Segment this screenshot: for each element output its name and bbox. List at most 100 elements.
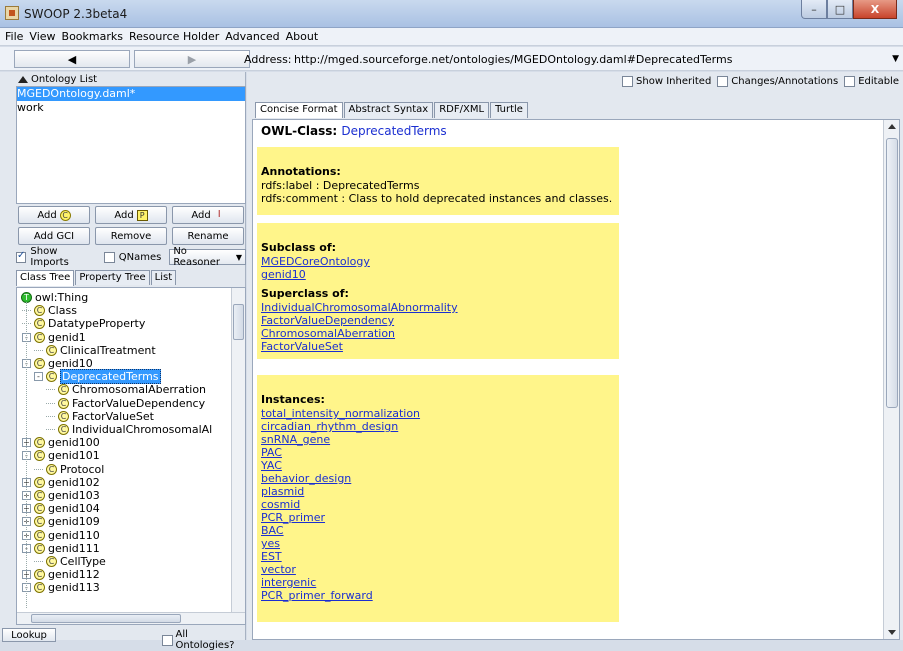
details-vertical-scrollbar[interactable]: [883, 120, 899, 639]
back-button[interactable]: ◀: [14, 50, 130, 68]
tab-abstract-syntax[interactable]: Abstract Syntax: [343, 102, 434, 118]
ontology-list-item[interactable]: work: [17, 101, 245, 115]
reasoner-select[interactable]: No Reasoner ▼: [169, 246, 246, 268]
menu-view[interactable]: View: [26, 30, 58, 43]
add-gci-button[interactable]: Add GCI: [18, 227, 90, 245]
instance-link[interactable]: cosmid: [261, 498, 619, 511]
menu-advanced[interactable]: Advanced: [222, 30, 282, 43]
tab-property-tree[interactable]: Property Tree: [75, 270, 150, 285]
menu-resource-holder[interactable]: Resource Holder: [126, 30, 222, 43]
remove-button[interactable]: Remove: [95, 227, 167, 245]
tree-node[interactable]: + Cgenid109: [22, 515, 100, 528]
tree-node[interactable]: C IndividualChromosomalAl: [46, 423, 212, 436]
tree-node[interactable]: - Cgenid111: [22, 542, 100, 555]
subclass-link[interactable]: genid10: [261, 268, 619, 281]
superclass-link[interactable]: ChromosomalAberration: [261, 327, 619, 340]
tab-rdf-xml[interactable]: RDF/XML: [434, 102, 490, 118]
tree-horizontal-scrollbar[interactable]: [17, 612, 245, 624]
instance-link[interactable]: YAC: [261, 459, 619, 472]
menu-bookmarks[interactable]: Bookmarks: [59, 30, 126, 43]
forward-button[interactable]: ▶: [134, 50, 250, 68]
tree-node[interactable]: C ChromosomalAberration: [46, 383, 206, 396]
superclass-link[interactable]: IndividualChromosomalAbnormality: [261, 301, 619, 314]
instance-link[interactable]: intergenic: [261, 576, 619, 589]
instance-link[interactable]: BAC: [261, 524, 619, 537]
app-icon: [5, 6, 19, 20]
tree-node[interactable]: - C DeprecatedTerms: [34, 369, 161, 385]
instance-link[interactable]: circadian_rhythm_design: [261, 420, 619, 433]
chevron-down-icon[interactable]: ▼: [892, 54, 899, 64]
tree-node[interactable]: C CellType: [34, 555, 106, 568]
instance-link[interactable]: PCR_primer: [261, 511, 619, 524]
instance-link[interactable]: yes: [261, 537, 619, 550]
tree-node[interactable]: - Cgenid101: [22, 449, 100, 462]
tree-node[interactable]: + Cgenid110: [22, 529, 100, 542]
tree-vertical-scrollbar[interactable]: [231, 288, 245, 624]
add-property-button[interactable]: Add P: [95, 206, 167, 224]
tree-node[interactable]: + Cgenid112: [22, 568, 100, 581]
ontology-list-header[interactable]: Ontology List: [16, 72, 246, 86]
details-scroll-thumb[interactable]: [886, 138, 898, 408]
instance-link[interactable]: EST: [261, 550, 619, 563]
class-icon: C: [46, 556, 57, 567]
class-icon: C: [34, 358, 45, 369]
maximize-button[interactable]: □: [827, 0, 853, 19]
editable-option: Editable: [844, 76, 899, 87]
tree-node[interactable]: + Cgenid103: [22, 489, 100, 502]
tree-node[interactable]: C FactorValueSet: [46, 410, 154, 423]
tree-node[interactable]: C DatatypeProperty: [22, 317, 145, 330]
class-icon: C: [34, 305, 45, 317]
collapse-icon[interactable]: -: [34, 372, 43, 382]
superclass-link[interactable]: FactorValueSet: [261, 340, 619, 353]
instance-link[interactable]: plasmid: [261, 485, 619, 498]
menu-file[interactable]: File: [2, 30, 26, 43]
tab-concise-format[interactable]: Concise Format: [255, 102, 343, 118]
changes-annotations-checkbox[interactable]: [717, 76, 729, 87]
right-panel: Show Inherited Changes/Annotations Edita…: [247, 72, 903, 640]
instance-link[interactable]: PCR_primer_forward: [261, 589, 619, 602]
tree-connector: [46, 402, 55, 404]
tree-node[interactable]: C ClinicalTreatment: [34, 344, 156, 357]
tree-node[interactable]: + Cgenid104: [22, 502, 100, 515]
instance-link[interactable]: total_intensity_normalization: [261, 407, 619, 420]
show-inherited-checkbox[interactable]: [622, 76, 634, 87]
subclass-link[interactable]: MGEDCoreOntology: [261, 255, 619, 268]
instance-link[interactable]: snRNA_gene: [261, 433, 619, 446]
close-button[interactable]: X: [853, 0, 897, 19]
address-input[interactable]: [292, 50, 896, 68]
tree-node[interactable]: - Cgenid1: [22, 331, 86, 344]
tree-node[interactable]: Towl:Thing: [21, 291, 88, 304]
instance-link[interactable]: behavior_design: [261, 472, 619, 485]
class-icon: C: [34, 331, 45, 343]
owl-class-link[interactable]: DeprecatedTerms: [341, 124, 446, 138]
tree-node[interactable]: + Cgenid102: [22, 476, 100, 489]
rename-button[interactable]: Rename: [172, 227, 244, 245]
tree-node[interactable]: C FactorValueDependency: [46, 397, 205, 410]
tree-node[interactable]: C Class: [22, 304, 77, 317]
tab-turtle[interactable]: Turtle: [490, 102, 528, 118]
minimize-button[interactable]: –: [801, 0, 827, 19]
instance-link[interactable]: vector: [261, 563, 619, 576]
scroll-down-arrow-icon[interactable]: [888, 630, 896, 635]
superclass-link[interactable]: FactorValueDependency: [261, 314, 619, 327]
annotation-label: rdfs:label : DeprecatedTerms: [261, 179, 420, 192]
tab-class-tree[interactable]: Class Tree: [16, 270, 75, 286]
tab-list[interactable]: List: [150, 270, 177, 285]
show-imports-checkbox[interactable]: [16, 250, 27, 263]
all-ontologies-checkbox[interactable]: [162, 634, 173, 646]
instance-link[interactable]: PAC: [261, 446, 619, 459]
add-class-button[interactable]: Add C: [18, 206, 90, 224]
tree-scroll-thumb[interactable]: [233, 304, 244, 340]
tree-node[interactable]: - Cgenid113: [22, 581, 100, 594]
ontology-list-item[interactable]: MGEDOntology.daml*: [17, 87, 245, 101]
tree-node[interactable]: + Cgenid100: [22, 436, 100, 449]
tree-node[interactable]: - Cgenid10: [22, 357, 93, 370]
add-individual-button[interactable]: Add I: [172, 206, 244, 224]
tree-node[interactable]: C Protocol: [34, 463, 104, 476]
qnames-checkbox[interactable]: [104, 251, 115, 263]
scroll-up-arrow-icon[interactable]: [888, 124, 896, 129]
editable-checkbox[interactable]: [844, 76, 856, 87]
menu-about[interactable]: About: [283, 30, 322, 43]
class-icon: C: [34, 582, 45, 594]
tree-hscroll-thumb[interactable]: [31, 614, 181, 623]
